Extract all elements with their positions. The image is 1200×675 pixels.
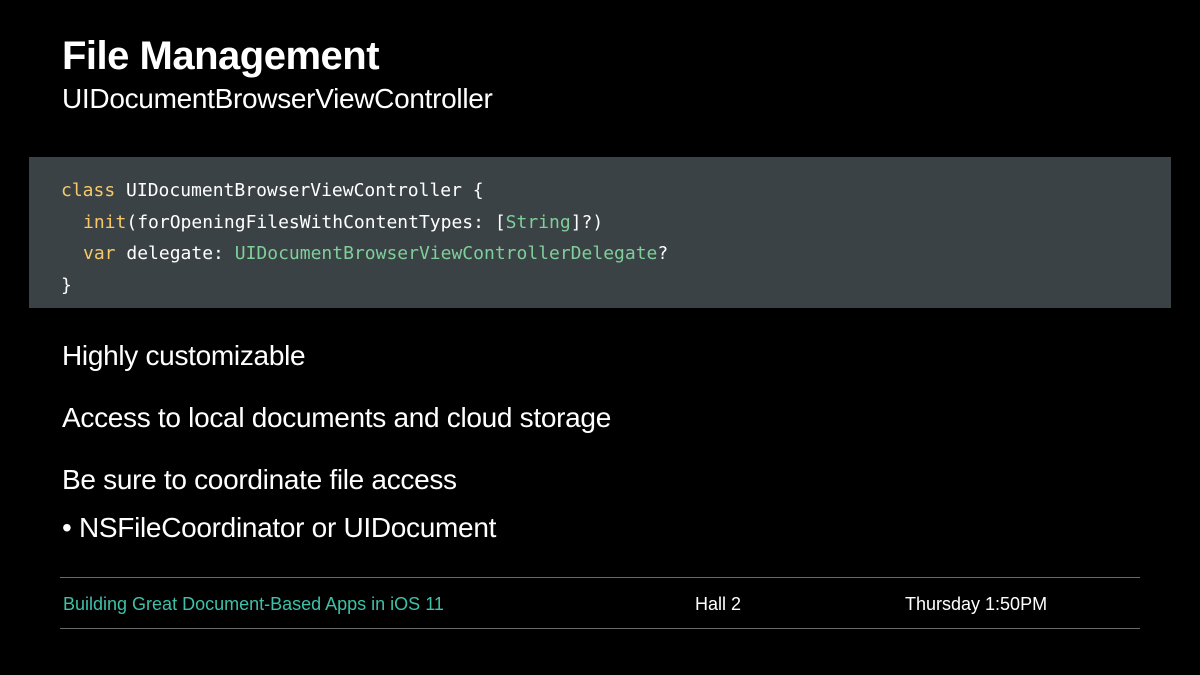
code-init-end: ]?) [570,211,604,233]
footer-room: Hall 2 [695,594,742,614]
code-delegate-name: delegate: [115,243,235,264]
code-delegate-optional: ? [657,243,669,264]
code-keyword-class: class [61,180,116,201]
bullet-item: Access to local documents and cloud stor… [62,402,611,433]
code-type-string: String [505,211,571,233]
code-line-1: class UIDocumentBrowserViewController { [61,175,668,207]
bullet-item: Be sure to coordinate file access [62,464,457,495]
code-keyword-var: var [83,243,116,264]
code-class-declaration: UIDocumentBrowserViewController { [115,180,484,201]
slide: File Management UIDocumentBrowserViewCon… [0,0,1200,675]
code-line-4: } [61,274,72,296]
footer-divider-bottom [60,628,1140,629]
bullet-item: Highly customizable [62,340,306,371]
code-init-params: (forOpeningFilesWithContentTypes: [ [126,211,506,233]
code-line-3: var delegate: UIDocumentBrowserViewContr… [61,238,668,270]
code-line-2: init(forOpeningFilesWithContentTypes: [S… [61,207,668,239]
slide-title: File Management [62,34,380,78]
slide-subtitle: UIDocumentBrowserViewController [62,83,493,114]
code-type-delegate: UIDocumentBrowserViewControllerDelegate [234,243,658,264]
footer-session-link[interactable]: Building Great Document-Based Apps in iO… [63,593,444,615]
footer-time: Thursday 1:50PM [905,594,1048,614]
bullet-sub-item: • NSFileCoordinator or UIDocument [62,512,497,543]
code-block: class UIDocumentBrowserViewController {i… [29,157,1171,308]
footer-divider-top [60,577,1140,578]
code-keyword-init: init [83,211,127,233]
code-listing: class UIDocumentBrowserViewController {i… [61,175,668,301]
